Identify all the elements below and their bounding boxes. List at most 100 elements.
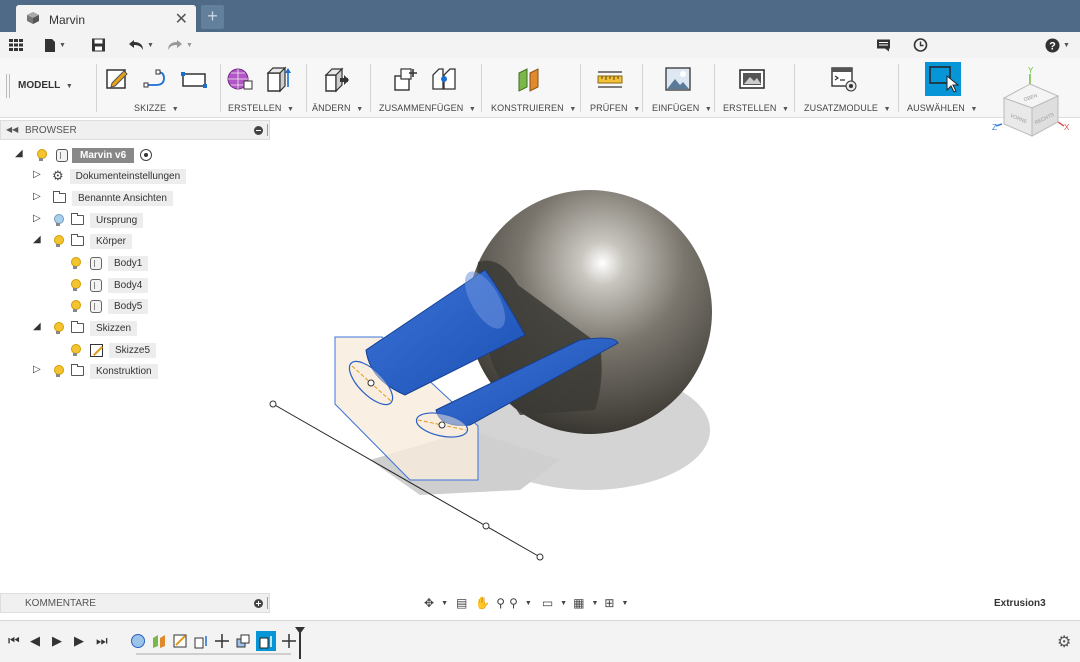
orbit-icon[interactable]: ✥ [424, 596, 434, 610]
collapse-browser-icon[interactable]: ◀◀ [6, 125, 18, 134]
look-at-icon[interactable]: ▤ [456, 596, 467, 610]
workspace-switcher[interactable]: MODELL ▼ [18, 80, 98, 96]
einfuegen-menu[interactable]: EINFÜGEN ▼ [652, 103, 712, 113]
save-icon[interactable] [91, 36, 106, 54]
browser-resize-handle[interactable] [267, 124, 269, 136]
visibility-bulb-icon[interactable] [36, 148, 47, 162]
comments-title: KOMMENTARE [25, 598, 96, 609]
grid-icon[interactable]: ▦ [573, 596, 584, 610]
collapse-triangle-icon[interactable]: ◢ [15, 148, 23, 159]
collapse-triangle-icon[interactable]: ◢ [33, 321, 41, 332]
comments-panel-header[interactable]: KOMMENTARE [0, 593, 270, 613]
offset-plane-icon[interactable] [515, 65, 543, 93]
expand-triangle-icon[interactable]: ▷ [33, 364, 41, 375]
expand-triangle-icon[interactable]: ▷ [33, 191, 41, 202]
ribbon-grip[interactable] [6, 74, 10, 98]
extrude-icon[interactable] [264, 65, 292, 93]
new-tab-button[interactable]: + [201, 5, 224, 29]
redo-button[interactable]: ▼ [167, 36, 193, 54]
press-pull-icon[interactable] [322, 65, 350, 93]
timeline-sphere-feature-icon[interactable] [130, 633, 146, 649]
tree-row-doc-settings[interactable]: ▷ ⚙ Dokumenteinstellungen [33, 167, 187, 185]
step-forward-icon[interactable]: ▶ [74, 633, 84, 649]
zoom-window-icon[interactable]: ⚲ [509, 596, 518, 610]
zusammenfuegen-menu[interactable]: ZUSAMMENFÜGEN ▼ [379, 103, 476, 113]
timeline-plane-feature-icon[interactable] [151, 633, 167, 649]
close-tab-icon[interactable]: ✕ [175, 9, 188, 29]
timeline-settings-gear-icon[interactable]: ⚙ [1057, 632, 1071, 652]
pruefen-menu[interactable]: PRÜFEN ▼ [590, 103, 640, 113]
play-icon[interactable]: ▶ [52, 633, 62, 649]
tree-row-body1[interactable]: Body1 [70, 254, 149, 272]
timeline-move-feature-icon[interactable] [214, 633, 230, 649]
add-comment-icon[interactable] [254, 599, 263, 608]
help-button[interactable]: ? ▼ [1045, 36, 1070, 54]
undo-button[interactable]: ▼ [128, 36, 154, 54]
viewports-icon[interactable]: ⊞ [604, 596, 614, 610]
tree-row-origin[interactable]: ▷ Ursprung [33, 211, 144, 229]
tree-label-construction: Konstruktion [90, 363, 158, 379]
app-grid-icon[interactable] [8, 36, 24, 54]
browser-options-icon[interactable] [254, 126, 263, 135]
visibility-bulb-icon[interactable] [70, 299, 81, 313]
title-bar: Marvin ✕ + [0, 0, 1080, 32]
active-component-radio[interactable] [140, 149, 153, 161]
collapse-triangle-icon[interactable]: ◢ [33, 234, 41, 245]
visibility-bulb-off-icon[interactable] [53, 213, 64, 227]
visibility-bulb-icon[interactable] [53, 321, 64, 335]
timeline-combine-feature-icon[interactable] [235, 633, 251, 649]
timeline-extrude-feature-icon[interactable] [193, 633, 209, 649]
konstruieren-menu[interactable]: KONSTRUIEREN ▼ [491, 103, 576, 113]
cube-icon [27, 12, 39, 24]
expand-triangle-icon[interactable]: ▷ [33, 169, 41, 180]
insert-image-icon[interactable] [664, 65, 692, 93]
zoom-icon[interactable]: ⚲ [496, 596, 505, 610]
erstellen-menu[interactable]: ERSTELLEN ▼ [228, 103, 294, 113]
visibility-bulb-icon[interactable] [70, 343, 81, 357]
line-tool-icon[interactable] [142, 65, 170, 93]
rectangle-tool-icon[interactable] [180, 65, 208, 93]
timeline-sketch-feature-icon[interactable] [172, 633, 188, 649]
render-icon[interactable] [738, 65, 766, 93]
visibility-bulb-icon[interactable] [70, 256, 81, 270]
tree-row-root[interactable]: ◢ Marvin v6 [15, 146, 153, 164]
timeline-active-extrude-feature[interactable] [256, 631, 276, 651]
document-tab-label: Marvin [49, 13, 86, 27]
tree-row-named-views[interactable]: ▷ Benannte Ansichten [33, 189, 173, 207]
visibility-bulb-icon[interactable] [70, 278, 81, 292]
step-back-icon[interactable]: ◀ [30, 633, 40, 649]
visibility-bulb-icon[interactable] [53, 234, 64, 248]
tree-row-sketches[interactable]: ◢ Skizzen [33, 319, 138, 337]
new-component-icon[interactable] [392, 65, 420, 93]
tree-row-body4[interactable]: Body4 [70, 276, 149, 294]
aendern-menu[interactable]: ÄNDERN ▼ [312, 103, 363, 113]
erstellen-render-menu[interactable]: ERSTELLEN ▼ [723, 103, 789, 113]
go-to-start-icon[interactable]: ⏮ [8, 633, 20, 649]
skizze-menu[interactable]: SKIZZE ▼ [134, 103, 179, 113]
tree-row-construction[interactable]: ▷ Konstruktion [33, 362, 158, 380]
joint-icon[interactable] [430, 65, 458, 93]
comments-resize-handle[interactable] [267, 597, 269, 609]
select-tool-button[interactable] [925, 62, 961, 96]
form-create-icon[interactable] [226, 65, 254, 93]
auswaehlen-menu[interactable]: AUSWÄHLEN ▼ [907, 103, 978, 113]
comment-icon[interactable] [876, 36, 891, 54]
browser-header[interactable]: ◀◀ BROWSER [0, 120, 270, 140]
pan-hand-icon[interactable]: ✋ [475, 596, 490, 610]
history-icon[interactable] [913, 36, 928, 54]
create-sketch-icon[interactable] [104, 65, 132, 93]
go-to-end-icon[interactable]: ⏭ [96, 633, 108, 649]
expand-triangle-icon[interactable]: ▷ [33, 213, 41, 224]
scripts-addins-icon[interactable] [830, 65, 858, 93]
svg-text:?: ? [1049, 40, 1056, 52]
file-menu-button[interactable]: ▼ [44, 36, 66, 54]
tree-row-body5[interactable]: Body5 [70, 297, 149, 315]
measure-icon[interactable] [596, 65, 624, 93]
zusatzmodule-menu[interactable]: ZUSATZMODULE ▼ [804, 103, 891, 113]
tree-row-sketch5[interactable]: Skizze5 [70, 341, 157, 359]
document-tab[interactable]: Marvin ✕ [16, 5, 196, 32]
display-settings-icon[interactable]: ▭ [542, 596, 553, 610]
timeline-marker-icon[interactable] [295, 627, 305, 659]
tree-row-bodies[interactable]: ◢ Körper [33, 232, 133, 250]
visibility-bulb-icon[interactable] [53, 364, 64, 378]
